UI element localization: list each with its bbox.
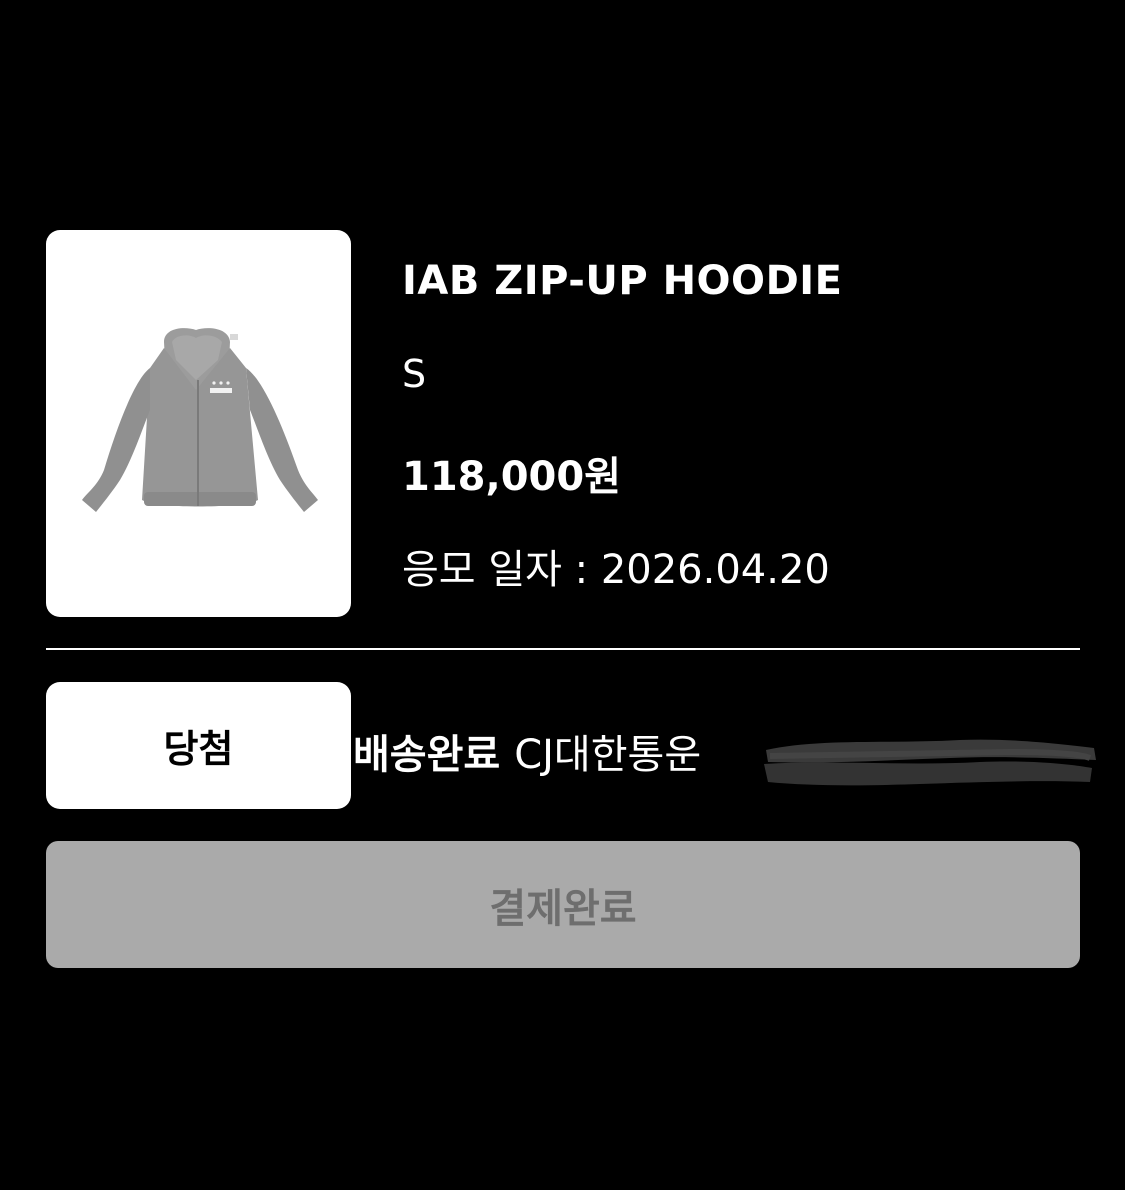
apply-date: 응모 일자 : 2026.04.20 [402, 547, 830, 593]
shipping-status-label: 배송완료 [353, 732, 501, 778]
payment-complete-button[interactable]: 결제완료 [46, 841, 1080, 968]
hoodie-image [82, 328, 318, 512]
product-price: 118,000원 [402, 454, 621, 500]
shipping-status: 배송완료 CJ대한통운 [353, 722, 701, 780]
product-image-card[interactable] [46, 230, 351, 617]
courier-name: CJ대한통운 [514, 732, 702, 778]
win-status-badge: 당첨 [46, 682, 351, 809]
redaction-scribble [764, 739, 1096, 786]
product-size: S [402, 352, 427, 396]
divider [46, 648, 1080, 650]
product-name: IAB ZIP-UP HOODIE [402, 258, 843, 304]
